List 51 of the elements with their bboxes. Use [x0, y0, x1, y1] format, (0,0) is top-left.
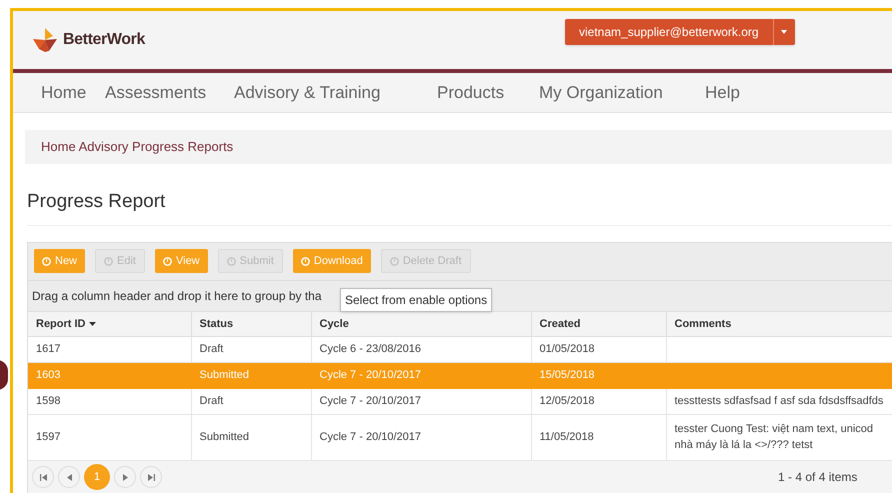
sort-descending-icon — [88, 322, 96, 326]
table-cell-text: 15/05/2018 — [540, 368, 595, 384]
table-row[interactable]: 1597 Submitted Cycle 7 - 20/10/2017 11/05/2018 tesster Cuong Test: việt nam text, unicod nhà máy là lá la <>/??? tetst — [28, 414, 892, 460]
nav-link[interactable]: Help — [705, 80, 740, 106]
breadcrumb[interactable]: Home Advisory Progress Reports — [41, 137, 234, 157]
previous-page-button[interactable] — [58, 466, 80, 488]
pager-summary: 1 - 4 of 4 items — [778, 469, 858, 486]
table-row[interactable]: 1617 Draft Cycle 6 - 23/08/2016 01/05/2018 — [28, 336, 892, 362]
first-page-button[interactable] — [32, 466, 54, 488]
circle-icon — [226, 256, 236, 266]
table-cell-text: 1603 — [36, 368, 60, 384]
tooltip: Select from enable options — [340, 288, 492, 312]
first-page-icon — [40, 474, 46, 480]
circle-icon — [104, 256, 114, 266]
circle-icon — [390, 256, 399, 266]
circle-icon — [42, 256, 51, 266]
table-cell-text: Cycle 7 - 20/10/2017 — [320, 394, 422, 410]
table-cell-text: Cycle 7 - 20/10/2017 — [320, 368, 422, 384]
group-hint: Drag a column header and drop it here to group by tha — [32, 288, 322, 304]
table-cell-text: 12/05/2018 — [540, 394, 595, 410]
nav-link[interactable]: Advisory & Training — [234, 80, 380, 106]
nav-link[interactable]: Home — [41, 80, 86, 106]
logo-icon — [31, 27, 59, 53]
table-cell-text: 01/05/2018 — [540, 342, 595, 358]
circle-icon — [300, 256, 310, 266]
logo-text: BetterWork — [63, 30, 145, 50]
table-cell-text: 1617 — [36, 342, 60, 358]
table-cell-text: Cycle 6 - 23/08/2016 — [320, 342, 422, 358]
table-cell-text: Draft — [200, 394, 224, 410]
user-menu-button[interactable]: vietnam_supplier@betterwork.org — [565, 19, 795, 45]
page-title: Progress Report — [27, 190, 166, 214]
table-cell-text: Submitted — [200, 430, 250, 446]
last-page-button[interactable] — [140, 466, 162, 488]
table-cell-text: Cycle 7 - 20/10/2017 — [320, 430, 422, 446]
last-page-icon — [148, 474, 154, 480]
nav-link[interactable]: My Organization — [539, 80, 663, 106]
table-cell-text: tessttests sdfasfsad f asf sda fdsdsffsadfds — [674, 394, 884, 410]
table-cell-text: 1597 — [36, 430, 60, 446]
table-cell-text: 11/05/2018 — [540, 430, 594, 446]
nav-link[interactable]: Products — [437, 80, 504, 106]
next-page-icon — [122, 474, 128, 480]
previous-page-icon — [66, 474, 72, 480]
table-row[interactable]: 1598 Draft Cycle 7 - 20/10/2017 12/05/2018 tessttests sdfasfsad f asf sda fdsdsffsadfds — [28, 388, 892, 414]
table-cell-text: Draft — [200, 342, 224, 358]
circle-icon — [162, 256, 172, 266]
table-cell-text: 1598 — [36, 394, 60, 410]
next-page-button[interactable] — [114, 466, 136, 488]
caret-icon — [781, 30, 788, 34]
nav-link[interactable]: Assessments — [105, 80, 206, 106]
table-cell-text: tesster Cuong Test: việt nam text, unicod nhà máy là lá la <>/??? tetst — [674, 422, 874, 454]
table-cell-text: Submitted — [200, 368, 250, 384]
